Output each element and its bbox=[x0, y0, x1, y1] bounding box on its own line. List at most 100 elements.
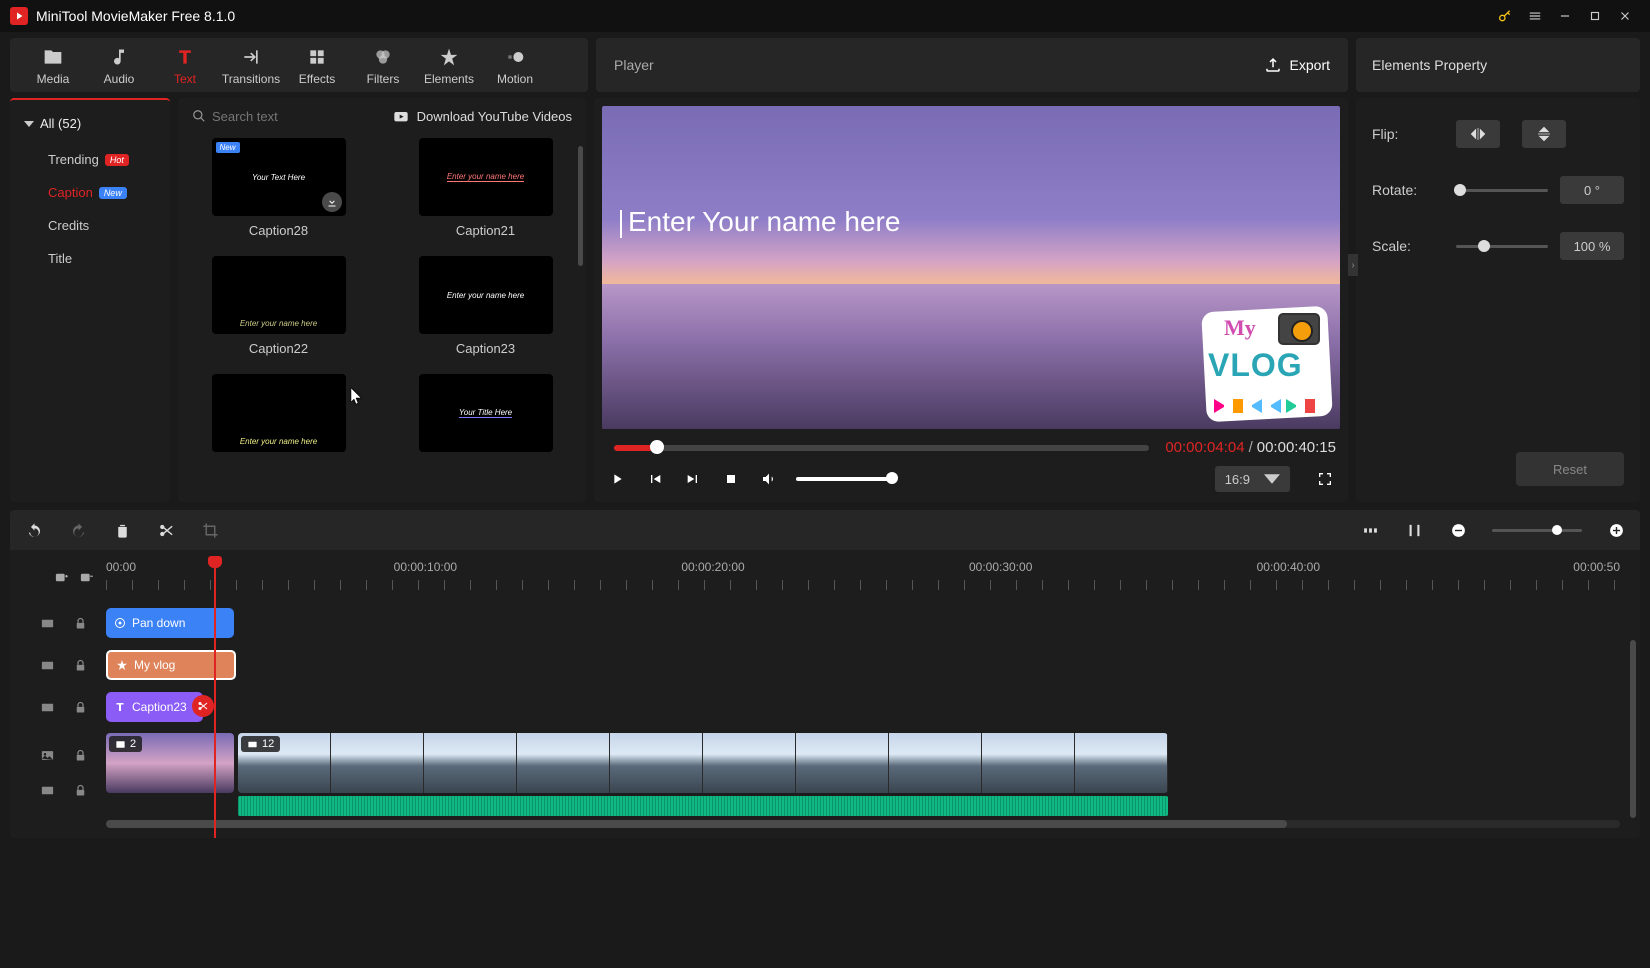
text-sidebar: All (52) TrendingHot CaptionNew Credits … bbox=[10, 98, 170, 502]
scale-value[interactable]: 100 % bbox=[1560, 232, 1624, 260]
lock-icon[interactable] bbox=[73, 616, 88, 631]
rotate-label: Rotate: bbox=[1372, 182, 1456, 198]
caption-card[interactable]: Enter your name hereCaption21 bbox=[399, 138, 572, 238]
sidebar-item-title[interactable]: Title bbox=[10, 242, 170, 275]
properties-panel: › Flip: Rotate: 0 ° Scale: 100 % Reset bbox=[1356, 98, 1640, 502]
zoom-out-button[interactable] bbox=[1448, 520, 1468, 540]
app-title: MiniTool MovieMaker Free 8.1.0 bbox=[36, 8, 1490, 24]
rotate-value[interactable]: 0 ° bbox=[1560, 176, 1624, 204]
tab-text[interactable]: Text bbox=[152, 44, 218, 86]
remove-track-icon[interactable] bbox=[79, 570, 94, 585]
next-button[interactable] bbox=[682, 468, 704, 490]
maximize-icon[interactable] bbox=[1580, 1, 1610, 31]
preview-sticker: My VLOG bbox=[1204, 309, 1330, 419]
video-clip[interactable]: 12 bbox=[238, 733, 1168, 793]
video-clip[interactable]: 2 bbox=[106, 733, 234, 793]
timeline-scrollbar-v[interactable] bbox=[1630, 640, 1636, 818]
lock-icon[interactable] bbox=[73, 700, 88, 715]
zoom-slider[interactable] bbox=[1492, 529, 1582, 532]
key-icon[interactable] bbox=[1490, 1, 1520, 31]
zoom-in-button[interactable] bbox=[1606, 520, 1626, 540]
app-logo bbox=[10, 7, 28, 25]
caption-gallery: Download YouTube Videos NewYour Text Her… bbox=[178, 98, 586, 502]
prev-button[interactable] bbox=[644, 468, 666, 490]
timeline-toolbar bbox=[10, 510, 1640, 550]
stop-button[interactable] bbox=[720, 468, 742, 490]
add-track-icon[interactable] bbox=[54, 570, 69, 585]
player-title: Player bbox=[614, 57, 654, 73]
caption-card[interactable]: Your Title Here bbox=[399, 374, 572, 459]
sidebar-item-caption[interactable]: CaptionNew bbox=[10, 176, 170, 209]
preview-caption: Enter Your name here bbox=[620, 206, 900, 238]
tab-media[interactable]: Media bbox=[20, 44, 86, 86]
lock-icon[interactable] bbox=[73, 783, 88, 798]
menu-icon[interactable] bbox=[1520, 1, 1550, 31]
timeline-scrollbar-h[interactable] bbox=[106, 820, 1620, 828]
preview-canvas[interactable]: Enter Your name here My VLOG bbox=[602, 106, 1340, 429]
lock-icon[interactable] bbox=[73, 658, 88, 673]
export-button[interactable]: Export bbox=[1264, 56, 1330, 74]
undo-button[interactable] bbox=[24, 520, 44, 540]
delete-button[interactable] bbox=[112, 520, 132, 540]
play-button[interactable] bbox=[606, 468, 628, 490]
caption-card[interactable]: Enter your name hereCaption22 bbox=[192, 256, 365, 356]
audio-waveform[interactable] bbox=[238, 796, 1168, 816]
panel-toggle[interactable]: › bbox=[1348, 254, 1358, 276]
aspect-select[interactable]: 16:9 bbox=[1215, 466, 1290, 492]
close-icon[interactable] bbox=[1610, 1, 1640, 31]
player-panel: Enter Your name here My VLOG 00:00:0 bbox=[594, 98, 1348, 502]
caption-card[interactable]: Enter your name hereCaption23 bbox=[399, 256, 572, 356]
tab-filters[interactable]: Filters bbox=[350, 44, 416, 86]
tab-audio[interactable]: Audio bbox=[86, 44, 152, 86]
crop-button[interactable] bbox=[200, 520, 220, 540]
sidebar-item-credits[interactable]: Credits bbox=[10, 209, 170, 242]
time-ruler[interactable]: 00:00 00:00:10:00 00:00:20:00 00:00:30:0… bbox=[106, 560, 1620, 600]
current-time: 00:00:04:04 bbox=[1165, 439, 1244, 456]
search-input-wrap[interactable] bbox=[192, 109, 332, 124]
tab-elements[interactable]: Elements bbox=[416, 44, 482, 86]
sidebar-all[interactable]: All (52) bbox=[10, 112, 170, 143]
scale-slider[interactable] bbox=[1456, 245, 1548, 248]
badge-new: New bbox=[99, 187, 127, 199]
video-track-icon bbox=[40, 616, 55, 631]
download-youtube-link[interactable]: Download YouTube Videos bbox=[393, 108, 572, 124]
lock-icon[interactable] bbox=[73, 748, 88, 763]
sidebar-item-trending[interactable]: TrendingHot bbox=[10, 143, 170, 176]
flip-vertical-button[interactable] bbox=[1522, 120, 1566, 148]
split-indicator-icon bbox=[192, 695, 214, 717]
video-track-icon bbox=[40, 783, 55, 798]
properties-header: Elements Property bbox=[1356, 38, 1640, 92]
video-track-icon bbox=[40, 658, 55, 673]
tab-motion[interactable]: Motion bbox=[482, 44, 548, 86]
fullscreen-button[interactable] bbox=[1314, 468, 1336, 490]
clip-element[interactable]: My vlog bbox=[106, 650, 236, 680]
image-track-icon bbox=[40, 748, 55, 763]
main-toolbar: Media Audio Text Transitions Effects Fil… bbox=[10, 38, 588, 92]
total-time: 00:00:40:15 bbox=[1257, 439, 1336, 456]
redo-button[interactable] bbox=[68, 520, 88, 540]
tab-transitions[interactable]: Transitions bbox=[218, 44, 284, 86]
volume-icon[interactable] bbox=[758, 468, 780, 490]
snap-icon[interactable] bbox=[1404, 520, 1424, 540]
scrollbar[interactable] bbox=[578, 146, 583, 266]
minimize-icon[interactable] bbox=[1550, 1, 1580, 31]
caption-card[interactable]: NewYour Text HereCaption28 bbox=[192, 138, 365, 238]
flip-label: Flip: bbox=[1372, 126, 1456, 142]
volume-slider[interactable] bbox=[796, 477, 896, 481]
search-input[interactable] bbox=[212, 109, 332, 124]
clip-motion[interactable]: Pan down bbox=[106, 608, 234, 638]
clip-caption[interactable]: Caption23 bbox=[106, 692, 203, 722]
download-icon[interactable] bbox=[322, 192, 342, 212]
tab-effects[interactable]: Effects bbox=[284, 44, 350, 86]
timeline: 00:00 00:00:10:00 00:00:20:00 00:00:30:0… bbox=[10, 550, 1640, 838]
caption-card[interactable]: Enter your name here bbox=[192, 374, 365, 459]
reset-button[interactable]: Reset bbox=[1516, 452, 1624, 486]
split-button[interactable] bbox=[156, 520, 176, 540]
scale-label: Scale: bbox=[1372, 238, 1456, 254]
player-header: Player Export bbox=[596, 38, 1348, 92]
seek-slider[interactable] bbox=[614, 445, 1149, 451]
marker-icon[interactable] bbox=[1360, 520, 1380, 540]
rotate-slider[interactable] bbox=[1456, 189, 1548, 192]
flip-horizontal-button[interactable] bbox=[1456, 120, 1500, 148]
video-track-icon bbox=[40, 700, 55, 715]
